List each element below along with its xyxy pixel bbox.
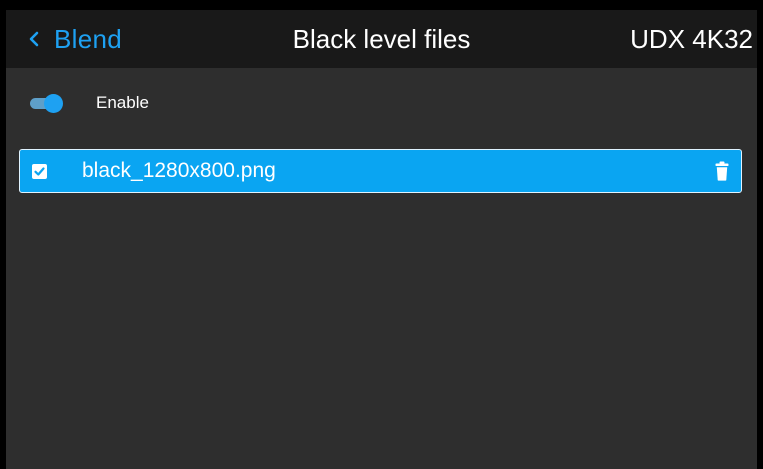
enable-label: Enable	[96, 93, 149, 112]
checkmark-icon	[34, 167, 45, 176]
screen: Blend Black level files UDX 4K32 Enable …	[6, 10, 757, 469]
device-name: UDX 4K32	[630, 24, 753, 54]
back-button[interactable]: Blend	[24, 10, 122, 68]
header-bar: Blend Black level files UDX 4K32	[6, 10, 757, 68]
toggle-knob	[44, 94, 63, 113]
enable-row: Enable	[28, 88, 149, 118]
back-button-label: Blend	[54, 23, 122, 54]
trash-icon[interactable]	[715, 161, 729, 181]
chevron-left-icon	[24, 24, 44, 54]
file-name: black_1280x800.png	[82, 159, 276, 182]
enable-toggle[interactable]	[28, 93, 63, 113]
file-list: black_1280x800.png	[19, 149, 742, 193]
file-list-item[interactable]: black_1280x800.png	[19, 149, 742, 193]
file-checkbox[interactable]	[32, 164, 47, 179]
